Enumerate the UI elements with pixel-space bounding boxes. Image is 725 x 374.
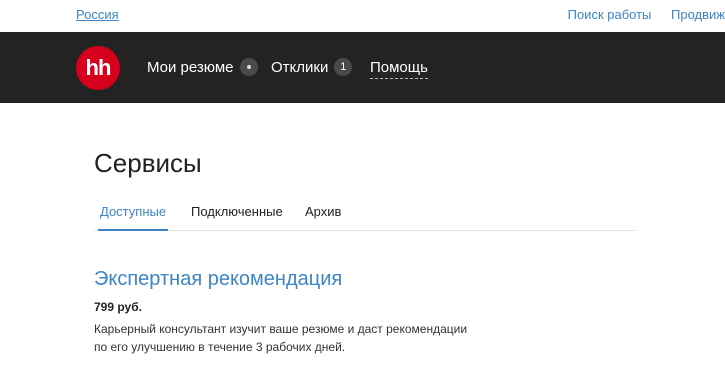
job-search-link[interactable]: Поиск работы (568, 7, 652, 22)
promotion-link[interactable]: Продвиж (671, 7, 725, 22)
service-price: 799 руб. (94, 300, 142, 314)
hh-logo[interactable]: hh (76, 46, 120, 90)
top-links: Поиск работы Продвиж (552, 7, 725, 22)
dot-icon (239, 57, 258, 76)
service-description: Карьерный консультант изучит ваше резюме… (94, 322, 468, 354)
nav-my-resume[interactable]: Мои резюме (147, 57, 258, 76)
service-title-link[interactable]: Экспертная рекомендация (94, 268, 342, 291)
nav-help[interactable]: Помощь (370, 59, 428, 79)
nav-responses-label: Отклики (271, 59, 329, 76)
nav-my-resume-label: Мои резюме (147, 59, 234, 76)
tab-connected[interactable]: Подключенные (191, 204, 283, 227)
responses-count-badge: 1 (334, 57, 353, 76)
page-title: Сервисы (94, 148, 202, 178)
tab-archive[interactable]: Архив (305, 204, 341, 227)
region-link[interactable]: Россия (76, 7, 119, 22)
tab-available[interactable]: Доступные (98, 204, 169, 231)
nav-responses[interactable]: Отклики 1 (271, 57, 353, 76)
top-bar: Россия Поиск работы Продвиж (0, 0, 725, 32)
main-navbar: hh Мои резюме Отклики 1 Помощь (0, 32, 725, 103)
service-tabs: Доступные Подключенные Архив (94, 202, 636, 231)
